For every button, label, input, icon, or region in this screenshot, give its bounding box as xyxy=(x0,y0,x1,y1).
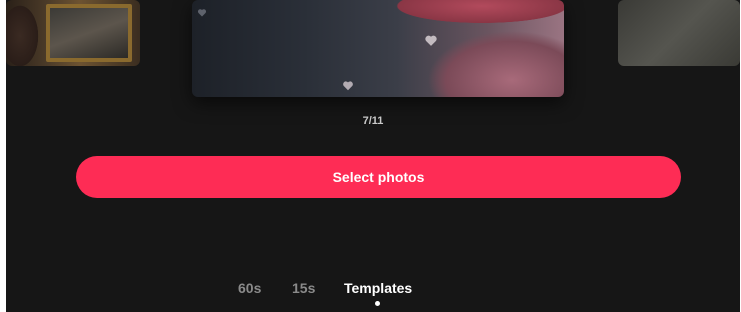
heart-icon xyxy=(197,9,207,17)
carousel-counter: 7/11 xyxy=(362,115,384,127)
mode-tabs: 60s 15s Templates xyxy=(6,280,740,300)
picture-frame-image xyxy=(46,4,132,62)
template-thumbnail-next[interactable] xyxy=(618,0,740,66)
tab-60s[interactable]: 60s xyxy=(238,280,261,296)
template-thumbnail-current[interactable] xyxy=(192,0,564,97)
template-thumbnail-previous[interactable] xyxy=(6,0,140,66)
app-screen: 7/11 Select photos 60s 15s Templates xyxy=(6,0,740,312)
tab-15s[interactable]: 15s xyxy=(292,280,315,296)
tab-templates[interactable]: Templates xyxy=(344,280,412,296)
active-tab-indicator xyxy=(375,301,380,306)
select-photos-button[interactable]: Select photos xyxy=(76,156,681,198)
heart-icon xyxy=(343,81,353,91)
heart-icon xyxy=(425,35,437,46)
